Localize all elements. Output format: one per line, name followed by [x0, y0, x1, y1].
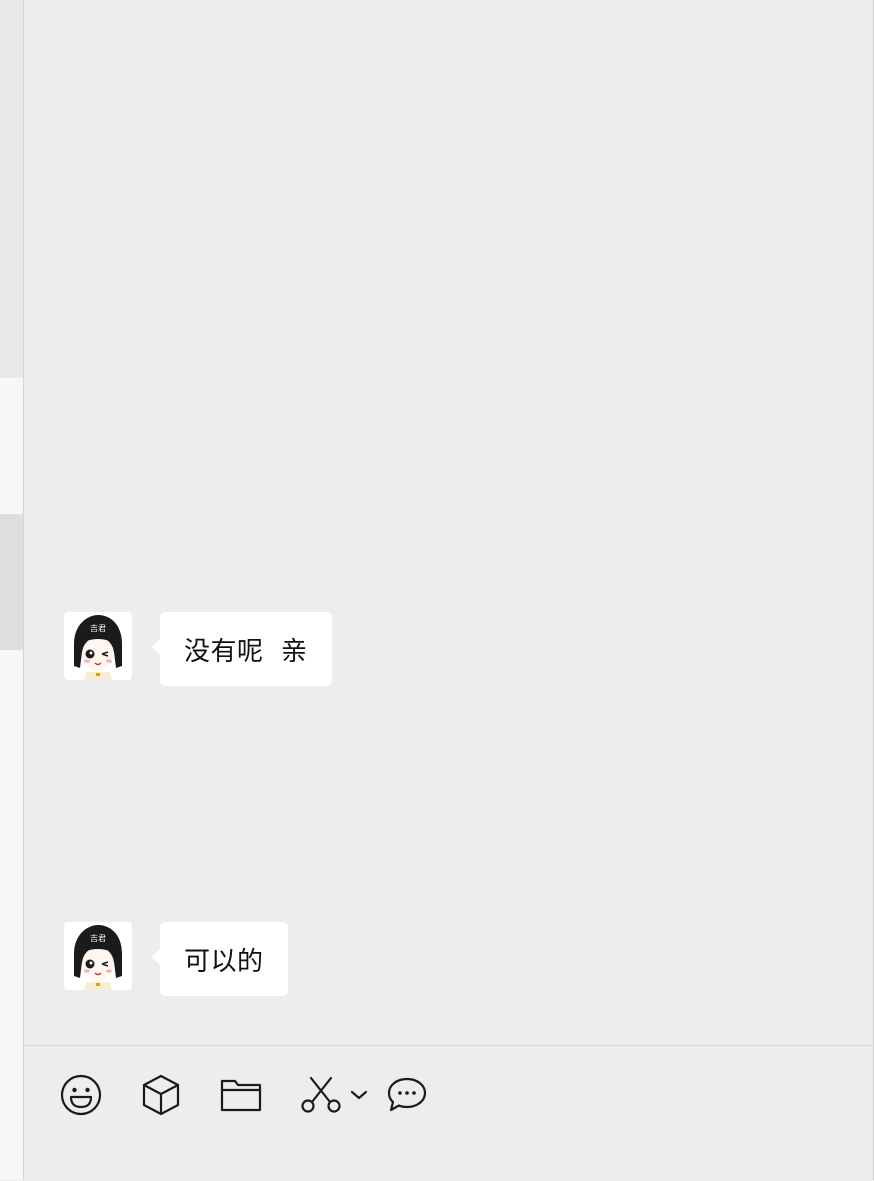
screenshot-options-button[interactable] — [349, 1073, 369, 1117]
svg-text:吉君: 吉君 — [90, 934, 106, 943]
message-bubble[interactable]: 可以的 — [152, 922, 288, 996]
avatar[interactable]: 吉君 — [64, 922, 132, 990]
message-row: 吉君 可以的 — [64, 922, 288, 996]
message-text: 可以的 — [184, 946, 264, 977]
session-list-edge — [0, 0, 23, 1180]
composer-toolbar — [59, 1073, 429, 1117]
chat-history-button[interactable] — [385, 1073, 429, 1117]
emoji-icon — [60, 1074, 102, 1116]
message-row: 吉君 没有呢 亲 — [64, 612, 332, 686]
package-button[interactable] — [139, 1073, 183, 1117]
emoji-button[interactable] — [59, 1073, 103, 1117]
folder-icon — [220, 1079, 262, 1112]
cartoon-avatar-icon: 吉君 — [64, 922, 132, 990]
folder-button[interactable] — [219, 1073, 263, 1117]
scissors-icon — [301, 1076, 341, 1113]
chat-bubble-icon — [387, 1077, 427, 1112]
chevron-down-icon — [350, 1090, 368, 1100]
session-list-selected-segment[interactable] — [0, 514, 23, 650]
screenshot-button[interactable] — [299, 1073, 343, 1117]
cartoon-avatar-icon: 吉君 — [64, 612, 132, 680]
package-icon — [142, 1074, 180, 1116]
message-composer[interactable] — [24, 1045, 873, 1181]
session-list-segment — [0, 0, 23, 378]
avatar[interactable]: 吉君 — [64, 612, 132, 680]
svg-text:吉君: 吉君 — [90, 624, 106, 633]
message-list[interactable]: 吉君 没有呢 亲 吉君 可以的 — [24, 0, 873, 1045]
message-text: 没有呢 亲 — [184, 636, 308, 667]
message-bubble[interactable]: 没有呢 亲 — [152, 612, 332, 686]
